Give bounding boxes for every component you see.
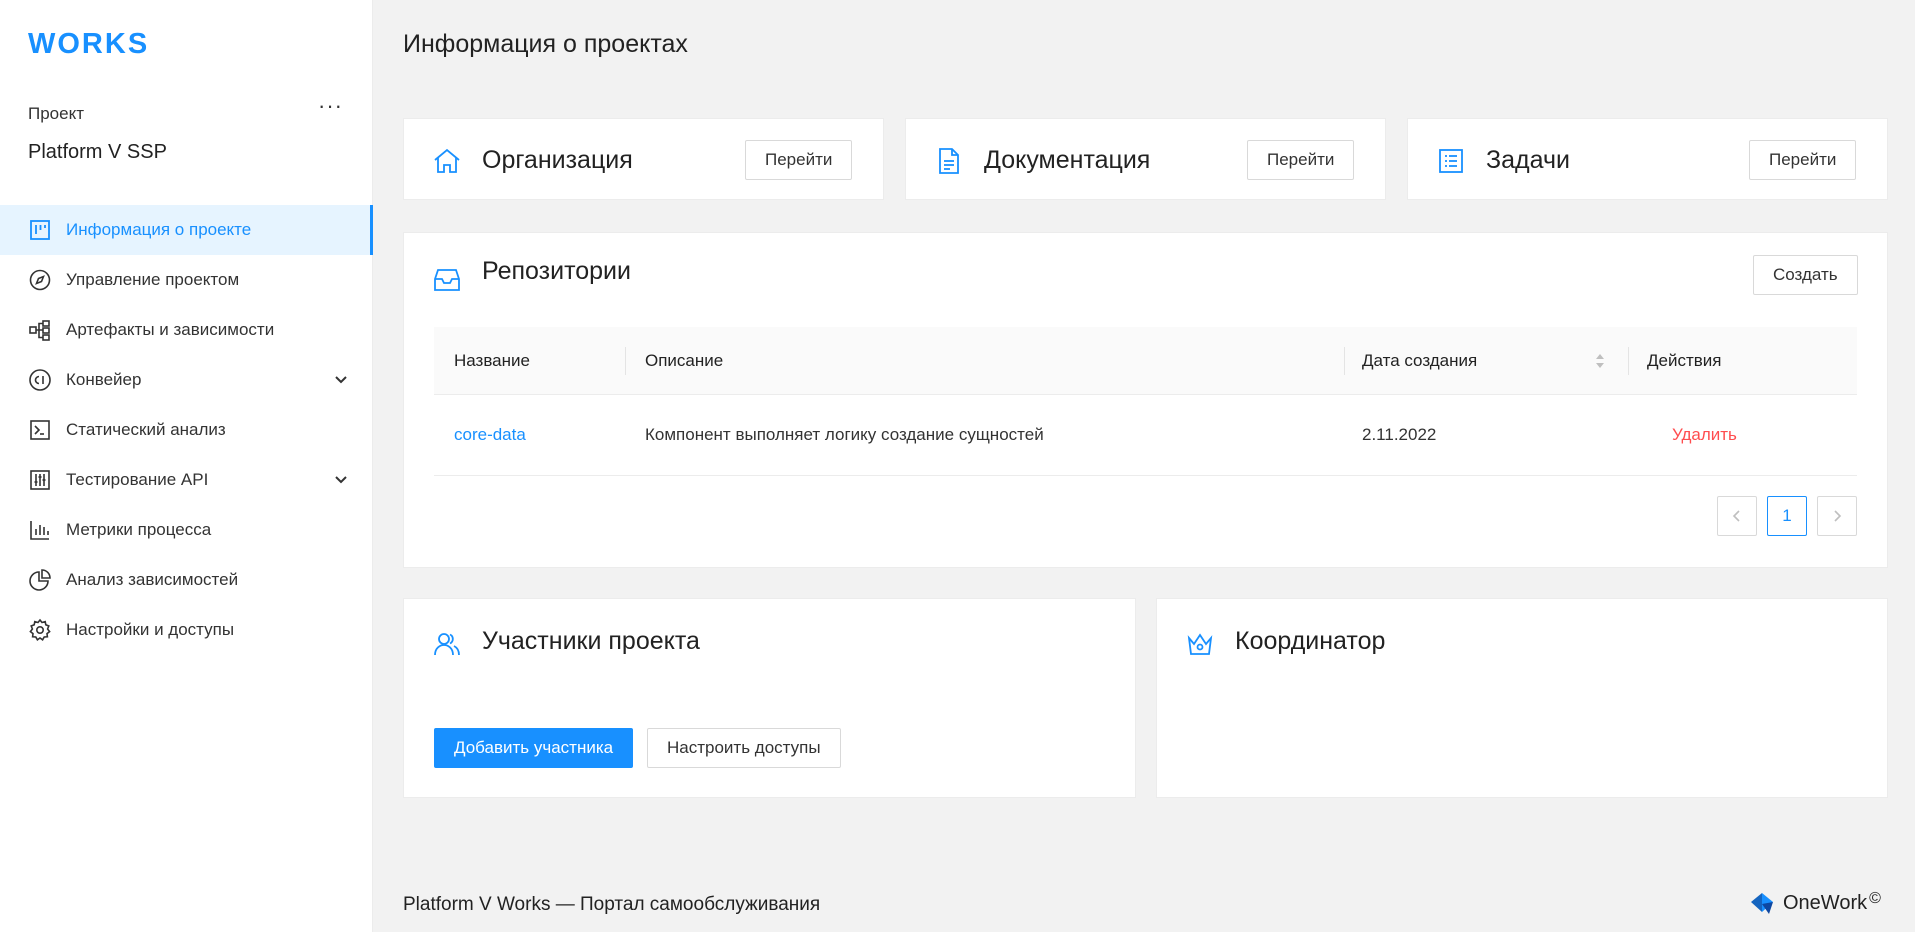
tasks-card: Задачи Перейти — [1407, 118, 1888, 200]
works-logo[interactable]: WORKS — [28, 28, 149, 61]
repositories-title: Репозитории — [482, 257, 631, 285]
list-icon — [1436, 146, 1466, 176]
sidebar-item-project-info[interactable]: Информация о проекте — [0, 205, 373, 255]
organization-goto-button[interactable]: Перейти — [745, 140, 853, 180]
hierarchy-icon — [28, 318, 52, 342]
sidebar-item-settings[interactable]: Настройки и доступы — [0, 605, 373, 655]
compass-icon — [28, 268, 52, 292]
sidebar-item-process-metrics[interactable]: Метрики процесса — [0, 505, 373, 555]
project-label: Проект — [28, 104, 84, 123]
sidebar-item-label: Конвейер — [66, 370, 142, 389]
sidebar-item-static-analysis[interactable]: Статический анализ — [0, 405, 373, 455]
footer-brand-name: OneWork — [1783, 891, 1868, 914]
coordinator-card: Координатор — [1156, 598, 1888, 798]
members-title: Участники проекта — [482, 627, 700, 655]
sliders-icon — [28, 468, 52, 492]
footer-brand[interactable]: OneWork © — [1749, 890, 1881, 916]
tasks-goto-button[interactable]: Перейти — [1749, 140, 1857, 180]
coordinator-title: Координатор — [1235, 627, 1386, 655]
members-card: Участники проекта Добавить участника Нас… — [403, 598, 1136, 798]
documentation-goto-button[interactable]: Перейти — [1247, 140, 1355, 180]
footer-text: Platform V Works — Портал самообслуживан… — [403, 894, 821, 915]
column-divider — [625, 347, 626, 375]
sidebar-item-artifacts[interactable]: Артефакты и зависимости — [0, 305, 373, 355]
tasks-title: Задачи — [1486, 146, 1570, 174]
home-icon — [432, 146, 462, 176]
add-member-button[interactable]: Добавить участника — [434, 728, 634, 768]
ci-icon — [28, 368, 52, 392]
sidebar-item-project-management[interactable]: Управление проектом — [0, 255, 373, 305]
pagination-prev-button[interactable] — [1717, 496, 1757, 536]
project-more-button[interactable]: ··· — [318, 95, 343, 117]
page-title: Информация о проектах — [403, 30, 688, 58]
repository-name-link[interactable]: core-data — [454, 425, 526, 445]
crown-icon — [1185, 629, 1215, 659]
project-name: Platform V SSP — [28, 141, 167, 163]
gear-icon — [28, 618, 52, 642]
delete-repository-link[interactable]: Удалить — [1672, 425, 1737, 445]
configure-access-button[interactable]: Настроить доступы — [647, 728, 841, 768]
bar-chart-icon — [28, 518, 52, 542]
pie-chart-icon — [28, 568, 52, 592]
pagination-page-1[interactable]: 1 — [1767, 496, 1807, 536]
sidebar-item-pipeline[interactable]: Конвейер — [0, 355, 373, 405]
sort-icon[interactable] — [1594, 352, 1606, 370]
sidebar-item-dependency-analysis[interactable]: Анализ зависимостей — [0, 555, 373, 605]
sidebar: WORKS Проект ··· Platform V SSP Информац… — [0, 0, 373, 932]
document-icon — [934, 146, 964, 176]
chevron-down-icon[interactable] — [331, 370, 351, 390]
column-header-description: Описание — [645, 350, 724, 370]
documentation-card: Документация Перейти — [905, 118, 1386, 200]
column-divider — [1628, 347, 1629, 375]
users-icon — [432, 629, 462, 659]
sidebar-item-label: Информация о проекте — [66, 220, 252, 239]
organization-title: Организация — [482, 146, 633, 174]
inbox-icon — [432, 265, 462, 295]
terminal-icon — [28, 418, 52, 442]
chevron-down-icon[interactable] — [331, 470, 351, 490]
column-header-actions: Действия — [1647, 350, 1722, 370]
organization-card: Организация Перейти — [403, 118, 884, 200]
column-header-name: Название — [454, 350, 530, 370]
chevron-right-icon — [1834, 510, 1842, 522]
repositories-card: Репозитории Создать Название Описание Да… — [403, 232, 1888, 568]
sidebar-item-label: Метрики процесса — [66, 520, 212, 539]
board-icon — [28, 218, 52, 242]
chevron-left-icon — [1732, 510, 1740, 522]
onework-logo-icon — [1751, 893, 1773, 914]
sidebar-item-label: Управление проектом — [66, 270, 240, 289]
repository-date: 2.11.2022 — [1362, 425, 1437, 444]
pagination-next-button[interactable] — [1817, 496, 1857, 536]
repository-description: Компонент выполняет логику создание сущн… — [645, 425, 1044, 444]
sidebar-item-api-testing[interactable]: Тестирование API — [0, 455, 373, 505]
create-repository-button[interactable]: Создать — [1753, 255, 1858, 295]
documentation-title: Документация — [984, 146, 1151, 174]
table-header: Название Описание Дата создания Действия — [434, 327, 1857, 395]
sidebar-nav: Информация о проекте Управление проектом — [0, 205, 373, 655]
repositories-table: Название Описание Дата создания Действия… — [434, 327, 1857, 476]
sidebar-item-label: Анализ зависимостей — [66, 570, 239, 589]
column-divider — [1344, 347, 1345, 375]
sidebar-item-label: Артефакты и зависимости — [66, 320, 275, 339]
table-row: core-data Компонент выполняет логику соз… — [434, 395, 1857, 476]
sidebar-item-label: Тестирование API — [66, 470, 209, 489]
sidebar-item-label: Статический анализ — [66, 420, 226, 439]
column-header-date[interactable]: Дата создания — [1362, 351, 1477, 371]
footer-brand-mark: © — [1869, 890, 1881, 907]
sidebar-item-label: Настройки и доступы — [66, 620, 235, 639]
